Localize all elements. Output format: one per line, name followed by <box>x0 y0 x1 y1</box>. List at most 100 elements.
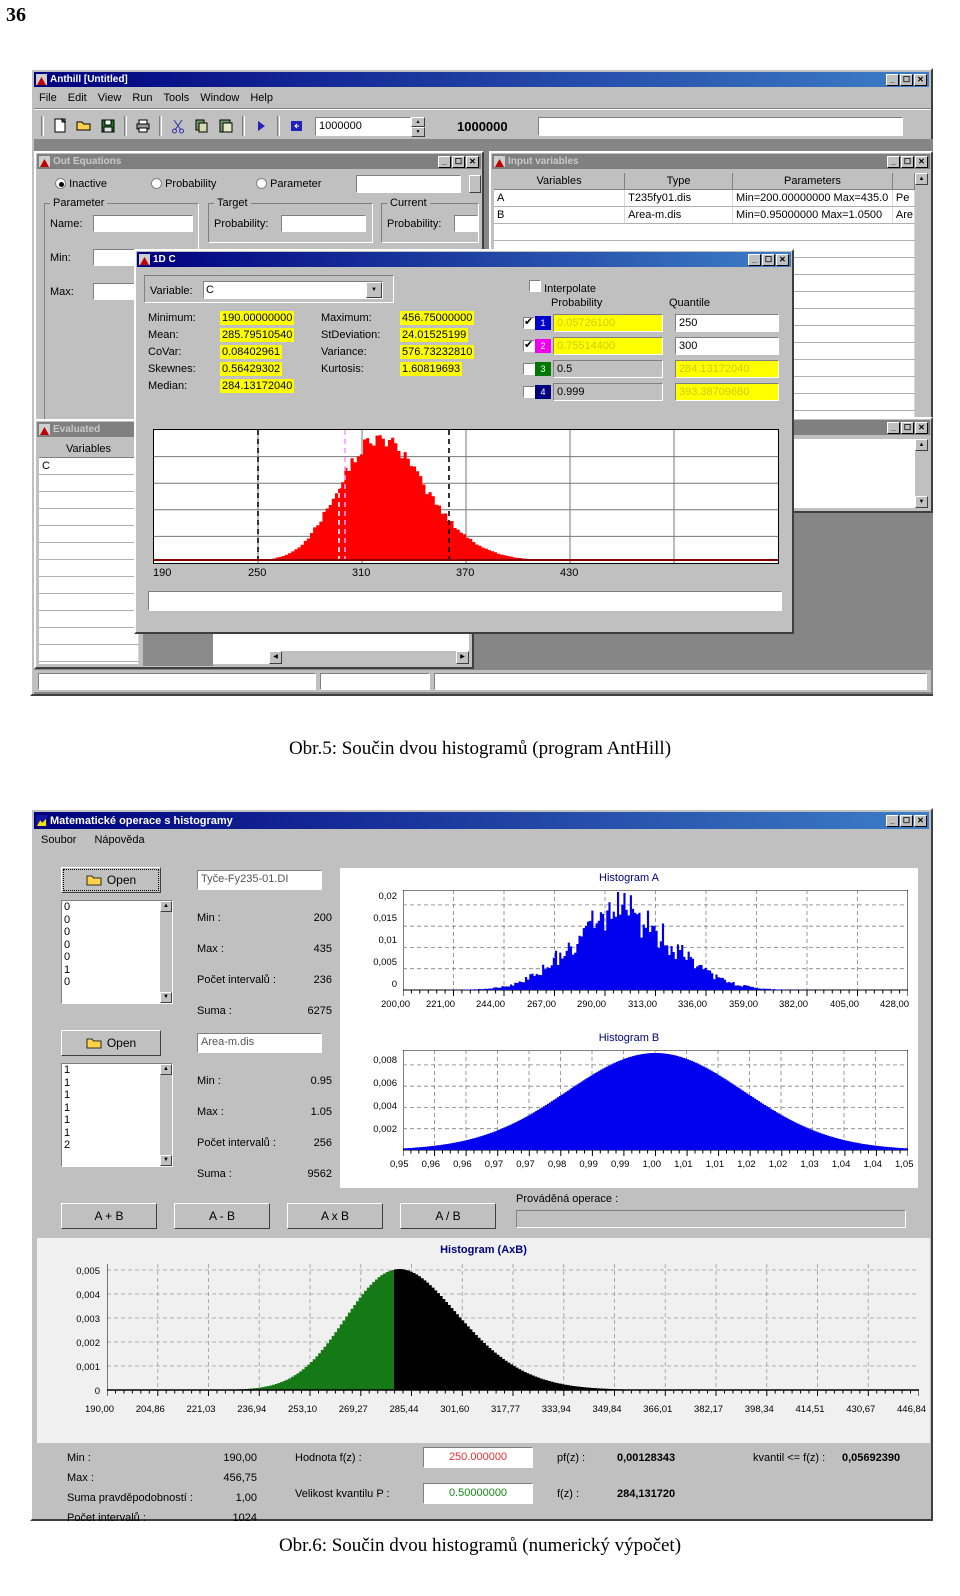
quantile-input[interactable]: 250 <box>675 314 779 332</box>
spinner-arrows[interactable]: ▲ ▼ <box>411 116 425 137</box>
list-item[interactable]: 1 <box>64 1127 160 1140</box>
spinner-down-icon[interactable]: ▼ <box>411 126 425 137</box>
cut-icon[interactable] <box>167 115 189 137</box>
dialog-1d-minimize[interactable]: _ <box>748 253 761 266</box>
table-row[interactable] <box>39 491 139 509</box>
table-row[interactable] <box>39 525 139 543</box>
print-icon[interactable] <box>132 115 154 137</box>
quantile-row-checkbox[interactable] <box>523 363 535 375</box>
input-variables-maximize[interactable]: ☐ <box>901 155 914 168</box>
interpolate-checkbox[interactable] <box>529 280 541 292</box>
new-icon[interactable] <box>49 115 71 137</box>
scroll-down-icon[interactable]: ▼ <box>160 1155 172 1166</box>
chevron-down-icon[interactable]: ▼ <box>366 282 382 298</box>
probability-input[interactable]: 0.05726100 <box>553 314 663 332</box>
secondary-maximize[interactable]: ☐ <box>901 421 914 434</box>
out-equations-close[interactable]: ✕ <box>466 155 479 168</box>
quantile-input[interactable]: 300 <box>675 337 779 355</box>
iterations-spinner[interactable]: 1000000 ▲ ▼ <box>315 116 425 137</box>
data-list-b-scrollbar[interactable]: ▲ ▼ <box>160 1064 172 1166</box>
table-row[interactable] <box>39 542 139 560</box>
quantile-row-checkbox[interactable] <box>523 386 535 398</box>
open-button-a[interactable]: Open <box>61 867 161 893</box>
menu-soubor[interactable]: Soubor <box>41 834 76 846</box>
menu-help[interactable]: Help <box>250 92 273 104</box>
radio-parameter[interactable] <box>256 178 267 189</box>
data-list-b[interactable]: 1 1 1 1 1 1 2 ▲ ▼ <box>61 1063 173 1167</box>
equation-scroll-button[interactable] <box>469 175 481 193</box>
op-button-subtract[interactable]: A - B <box>174 1203 270 1229</box>
list-item[interactable]: 0 <box>64 951 160 964</box>
op-button-divide[interactable]: A / B <box>400 1203 496 1229</box>
table-row[interactable] <box>39 610 139 628</box>
menu-run[interactable]: Run <box>132 92 152 104</box>
list-item[interactable]: 0 <box>64 926 160 939</box>
menu-view[interactable]: View <box>98 92 122 104</box>
op-button-add[interactable]: A + B <box>61 1203 157 1229</box>
stop-icon[interactable] <box>285 115 307 137</box>
list-item[interactable]: 1 <box>64 1089 160 1102</box>
maximize-button[interactable]: ☐ <box>900 814 913 827</box>
dialog-1d-status-field[interactable] <box>148 591 782 611</box>
radio-probability[interactable] <box>151 178 162 189</box>
col-type[interactable]: Type <box>624 173 733 190</box>
menu-file[interactable]: File <box>39 92 57 104</box>
col-variables[interactable]: Variables <box>39 441 139 458</box>
scroll-up-icon[interactable]: ▲ <box>160 1064 172 1075</box>
table-row[interactable]: B Area-m.dis Min=0.95000000 Max=1.0500 A… <box>494 206 915 224</box>
close-button[interactable]: ✕ <box>914 73 927 86</box>
restore-button[interactable]: ☐ <box>900 73 913 86</box>
open-button-b[interactable]: Open <box>61 1030 161 1056</box>
iterations-input[interactable]: 1000000 <box>315 116 411 136</box>
close-button[interactable]: ✕ <box>914 814 927 827</box>
quantile-input[interactable]: 284.13172040 <box>675 360 779 378</box>
table-row[interactable] <box>39 593 139 611</box>
interpolate-row[interactable]: Interpolate <box>529 280 596 295</box>
list-item[interactable]: 0 <box>64 939 160 952</box>
list-item[interactable]: 1 <box>64 1114 160 1127</box>
table-row[interactable] <box>39 644 139 662</box>
probability-input[interactable]: 0.75514400 <box>553 337 663 355</box>
mode-parameter[interactable]: Parameter <box>256 178 321 190</box>
quantile-row-checkbox[interactable] <box>523 315 535 329</box>
table-row[interactable] <box>494 223 915 241</box>
secondary-minimize[interactable]: _ <box>887 421 900 434</box>
mode-inactive[interactable]: Inactive <box>55 178 107 190</box>
radio-inactive[interactable] <box>55 178 66 189</box>
kvantil-input[interactable]: 0.50000000 <box>423 1483 533 1504</box>
table-row[interactable]: C <box>39 457 139 475</box>
target-probability-input[interactable] <box>281 215 366 232</box>
open-icon[interactable] <box>73 115 95 137</box>
param-name-input[interactable] <box>93 215 193 232</box>
col-variables[interactable]: Variables <box>494 173 626 190</box>
scroll-left-icon[interactable]: ◀ <box>269 651 282 664</box>
secondary-scrollbar[interactable]: ▲ ▼ <box>915 439 928 508</box>
list-item[interactable]: 0 <box>64 901 160 914</box>
op-button-multiply[interactable]: A x B <box>287 1203 383 1229</box>
table-row[interactable] <box>39 576 139 594</box>
equation-field[interactable] <box>356 175 461 193</box>
minimize-button[interactable]: _ <box>886 73 899 86</box>
probability-input[interactable]: 0.5 <box>553 360 663 378</box>
list-item[interactable]: 0 <box>64 976 160 989</box>
evaluated-hscrollbar[interactable]: ◀ ▶ <box>269 651 469 664</box>
list-item[interactable]: 2 <box>64 1139 160 1152</box>
table-row[interactable] <box>39 474 139 492</box>
scroll-up-icon[interactable]: ▲ <box>915 173 928 185</box>
out-equations-maximize[interactable]: ☐ <box>452 155 465 168</box>
hodnota-input[interactable]: 250.000000 <box>423 1447 533 1468</box>
table-row[interactable] <box>39 559 139 577</box>
list-item[interactable]: 0 <box>64 914 160 927</box>
table-row[interactable] <box>39 661 139 664</box>
variable-combo[interactable]: C ▼ <box>203 281 383 299</box>
table-row[interactable] <box>39 508 139 526</box>
data-list-a[interactable]: 0 0 0 0 0 1 0 ▲ ▼ <box>61 900 173 1004</box>
scroll-down-icon[interactable]: ▼ <box>160 992 172 1003</box>
menu-window[interactable]: Window <box>200 92 239 104</box>
quantile-row-checkbox[interactable] <box>523 338 535 352</box>
scroll-up-icon[interactable]: ▲ <box>160 901 172 912</box>
list-item[interactable]: 1 <box>64 1077 160 1090</box>
scroll-up-icon[interactable]: ▲ <box>915 439 928 451</box>
dialog-1d-close[interactable]: ✕ <box>776 253 789 266</box>
col-extra[interactable] <box>892 173 915 190</box>
